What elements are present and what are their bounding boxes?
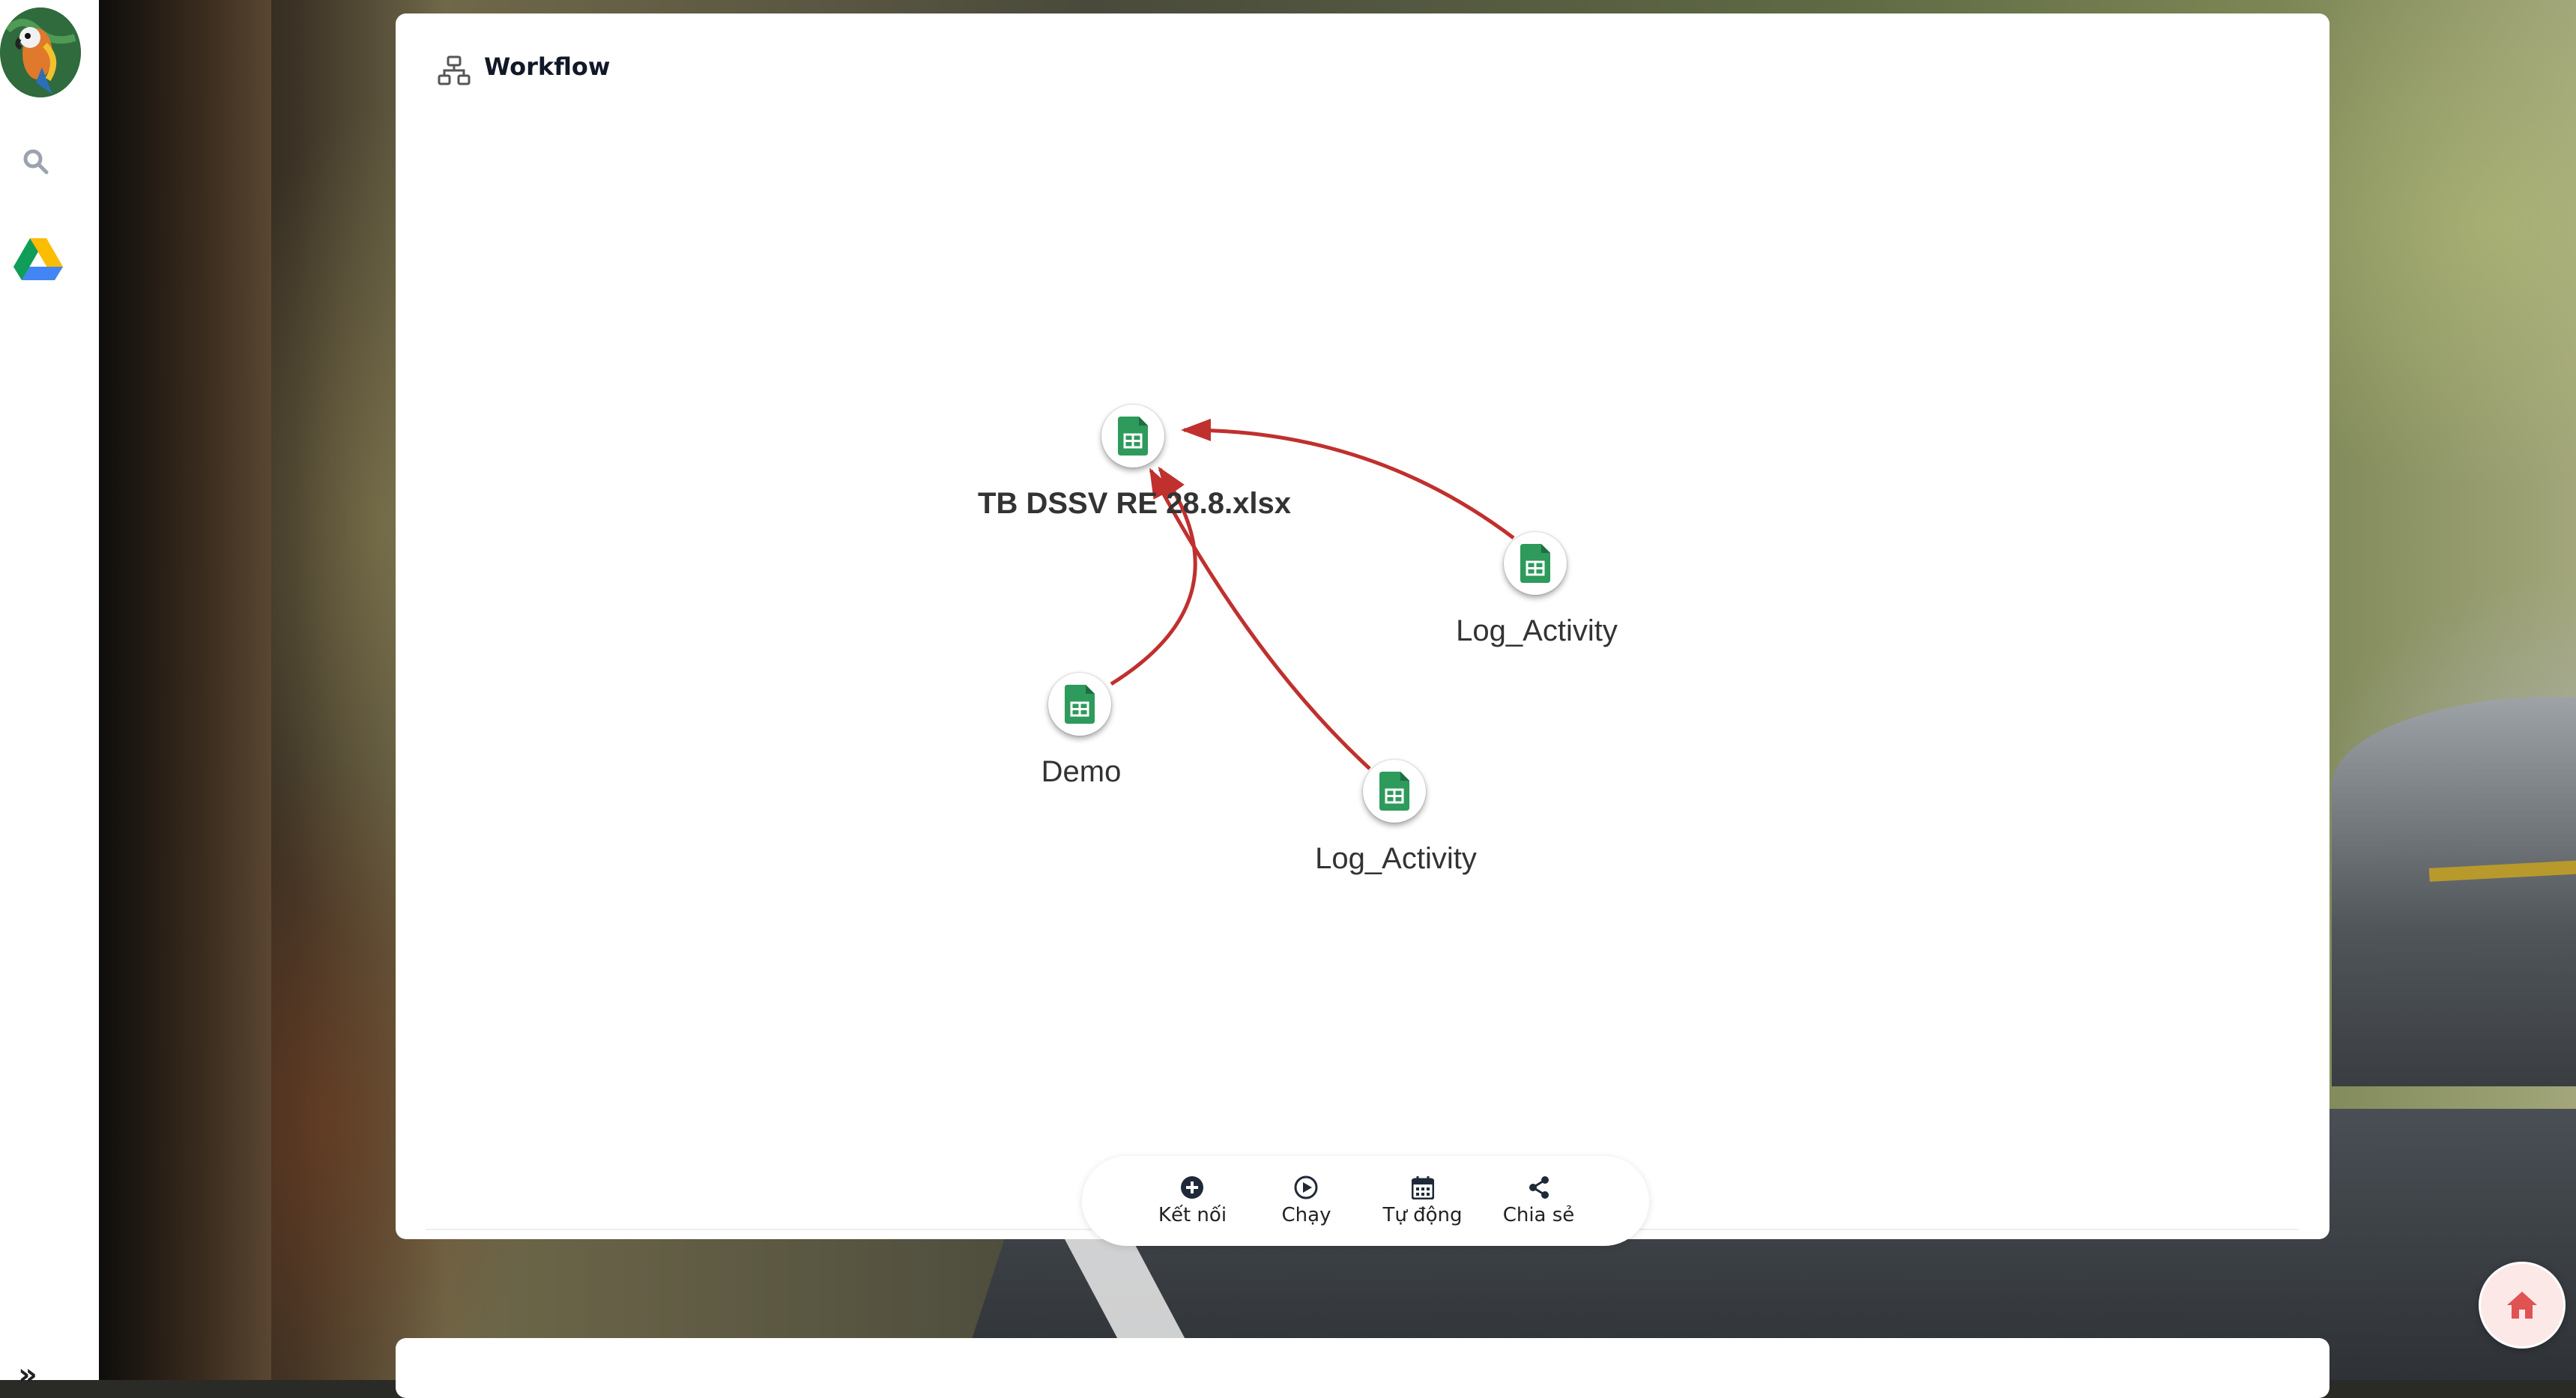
expand-chevrons-icon[interactable]: » [18, 1358, 37, 1392]
secondary-card [396, 1338, 2329, 1398]
edge-log-activity-1-to-main [1181, 418, 1515, 539]
share-label: Chia sẻ [1502, 1204, 1575, 1226]
home-icon [2507, 1292, 2537, 1319]
search-icon[interactable] [21, 147, 51, 177]
auto-schedule-button[interactable]: Tự động [1382, 1175, 1463, 1226]
google-drive-icon[interactable] [12, 232, 64, 285]
bg-tree-trunk [99, 0, 271, 1380]
share-button[interactable]: Chia sẻ [1502, 1175, 1576, 1226]
auto-label: Tự động [1382, 1204, 1463, 1226]
bg-road-far [2332, 697, 2576, 1086]
google-sheets-icon [1520, 544, 1550, 583]
node-label: Demo [1041, 755, 1122, 788]
node-tb-dssv[interactable] [1101, 405, 1164, 467]
node-log-activity-2[interactable] [1363, 760, 1426, 823]
home-button[interactable] [2479, 1262, 2566, 1349]
share-icon [1529, 1176, 1549, 1199]
workflow-toolbar: Kết nối Chạy Tự động Chia sẻ [1082, 1156, 1649, 1246]
run-label: Chạy [1281, 1204, 1331, 1226]
node-label: TB DSSV RE 28.8.xlsx [978, 487, 1291, 520]
avatar[interactable] [0, 7, 81, 97]
sidebar: » [0, 0, 99, 1392]
google-sheets-icon [1065, 685, 1095, 724]
google-sheets-icon [1118, 417, 1148, 456]
connect-label: Kết nối [1158, 1204, 1227, 1226]
google-sheets-icon [1379, 772, 1409, 811]
run-button[interactable]: Chạy [1269, 1175, 1343, 1226]
connect-button[interactable]: Kết nối [1155, 1175, 1230, 1226]
node-demo[interactable] [1048, 673, 1111, 736]
node-label: Log_Activity [1456, 614, 1618, 647]
node-log-activity-1[interactable] [1504, 532, 1567, 595]
workflow-card: Workflow TB DSSV RE 28.8.xlsx Log_Activi… [396, 13, 2329, 1239]
plus-circle-icon [1181, 1176, 1204, 1199]
workflow-graph [1110, 418, 1515, 770]
calendar-icon [1411, 1176, 1434, 1199]
play-circle-icon [1294, 1175, 1318, 1199]
node-label: Log_Activity [1315, 842, 1477, 875]
